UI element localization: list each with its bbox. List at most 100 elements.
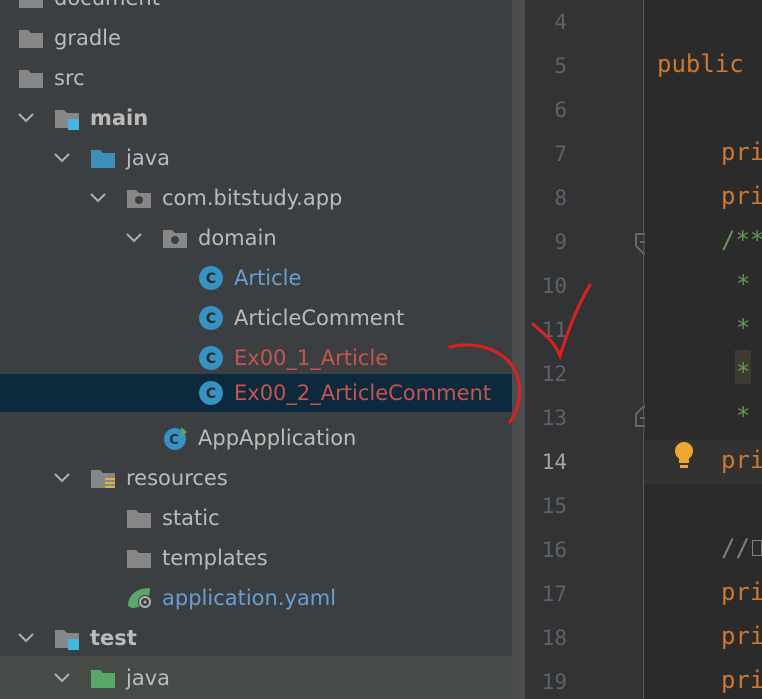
unknown-glyph-box (752, 540, 762, 556)
gutter-divider (643, 0, 644, 699)
line-number: 12 (541, 362, 567, 386)
code-line-18: pri (721, 622, 762, 650)
class-icon: C (199, 381, 223, 405)
class-icon: C (199, 266, 223, 290)
code-line-13: * (736, 402, 751, 430)
line-number-current: 14 (541, 450, 567, 474)
line-number: 5 (554, 54, 567, 78)
line-number: 11 (541, 318, 567, 342)
tree-item-package-domain[interactable]: domain (0, 218, 512, 258)
chevron-down-icon[interactable] (52, 468, 72, 488)
spring-boot-class-icon: C (164, 427, 187, 450)
tree-scrollbar[interactable] (512, 0, 525, 699)
tree-item-templates[interactable]: templates (0, 538, 512, 578)
line-number: 17 (541, 582, 567, 606)
tree-item-label: document (54, 0, 160, 13)
code-line-17: pri (721, 578, 762, 606)
line-number: 8 (554, 186, 567, 210)
line-number: 15 (541, 494, 567, 518)
folder-icon (127, 550, 151, 568)
tree-item-label: AppApplication (198, 426, 357, 450)
test-root-folder-icon (91, 670, 115, 688)
chevron-down-icon[interactable] (52, 148, 72, 168)
class-icon: C (199, 346, 223, 370)
code-line-8: pri (721, 182, 762, 210)
tree-item-test[interactable]: test (0, 618, 512, 658)
tree-item-label: Ex00_2_ArticleComment (234, 381, 492, 405)
folder-icon (19, 0, 43, 8)
source-folder-icon (55, 110, 79, 130)
tree-item-gradle[interactable]: gradle (0, 18, 512, 58)
tree-item-label: gradle (54, 26, 121, 50)
svg-text:C: C (206, 386, 216, 402)
tree-item-label: src (54, 66, 85, 90)
folder-icon (127, 510, 151, 528)
svg-text:C: C (206, 351, 216, 367)
line-number: 16 (541, 538, 567, 562)
tree-item-label: ArticleComment (234, 306, 405, 330)
source-folder-icon (55, 630, 79, 650)
tree-item-label: Article (234, 266, 302, 290)
tree-item-main[interactable]: main (0, 98, 512, 138)
code-line-9: /** (721, 226, 762, 254)
tree-item-label: java (126, 666, 170, 690)
code-line-7: pri (721, 138, 762, 166)
code-line-5: public (657, 50, 744, 78)
line-number: 18 (541, 626, 567, 650)
code-line-11: * (736, 314, 751, 342)
tree-item-label: templates (162, 546, 268, 570)
tree-item-label: java (126, 146, 170, 170)
tree-item-application-yaml[interactable]: application.yaml (0, 578, 512, 618)
tree-item-test-java[interactable]: java (0, 656, 512, 699)
code-line-14: pri (721, 446, 762, 474)
chevron-down-icon[interactable] (124, 228, 144, 248)
tree-item-package-app[interactable]: com.bitstudy.app (0, 178, 512, 218)
tree-item-label: domain (198, 226, 277, 250)
svg-text:C: C (206, 311, 216, 327)
source-root-folder-icon (91, 150, 115, 168)
line-number: 4 (554, 10, 567, 34)
tree-item-class-ex00-1-article[interactable]: C Ex00_1_Article (0, 338, 512, 378)
tree-item-label: application.yaml (162, 586, 337, 610)
svg-text:C: C (169, 433, 179, 448)
spring-config-file-icon (128, 588, 152, 609)
tree-item-label: main (90, 106, 149, 130)
class-icon: C (199, 306, 223, 330)
svg-text:C: C (206, 271, 216, 287)
tree-item-class-appapplication[interactable]: C AppApplication (0, 418, 512, 458)
code-line-16: // (721, 534, 750, 562)
tree-item-class-article[interactable]: C Article (0, 258, 512, 298)
tree-item-resources[interactable]: resources (0, 458, 512, 498)
chevron-down-icon[interactable] (88, 188, 108, 208)
line-number: 10 (541, 274, 567, 298)
tree-item-class-ex00-2-articlecomment[interactable]: C Ex00_2_ArticleComment (0, 374, 512, 412)
tree-item-label: resources (126, 466, 228, 490)
tree-item-label: test (90, 626, 137, 650)
tree-item-label: com.bitstudy.app (162, 186, 343, 210)
line-number: 7 (554, 142, 567, 166)
tree-item-document[interactable]: document (0, 0, 512, 18)
code-line-10: * (736, 270, 751, 298)
code-line-12: * (736, 358, 751, 386)
folder-icon (19, 70, 43, 88)
lightbulb-icon[interactable] (672, 440, 696, 470)
chevron-down-icon[interactable] (16, 628, 36, 648)
folder-icon (19, 30, 43, 48)
chevron-down-icon[interactable] (16, 108, 36, 128)
line-number: 6 (554, 98, 567, 122)
tree-item-java[interactable]: java (0, 138, 512, 178)
package-icon (163, 230, 187, 248)
resources-folder-icon (91, 470, 115, 488)
chevron-down-icon[interactable] (52, 668, 72, 688)
tree-item-static[interactable]: static (0, 498, 512, 538)
package-icon (127, 190, 151, 208)
tree-item-class-articlecomment[interactable]: C ArticleComment (0, 298, 512, 338)
line-number: 19 (541, 670, 567, 694)
tree-item-src[interactable]: src (0, 58, 512, 98)
tree-item-label: static (162, 506, 220, 530)
code-line-19: pri (721, 666, 762, 694)
line-number: 9 (554, 230, 567, 254)
tree-item-label: Ex00_1_Article (234, 346, 389, 370)
project-tree-panel: document gradle src main java com.bitstu… (0, 0, 512, 699)
line-number: 13 (541, 406, 567, 430)
